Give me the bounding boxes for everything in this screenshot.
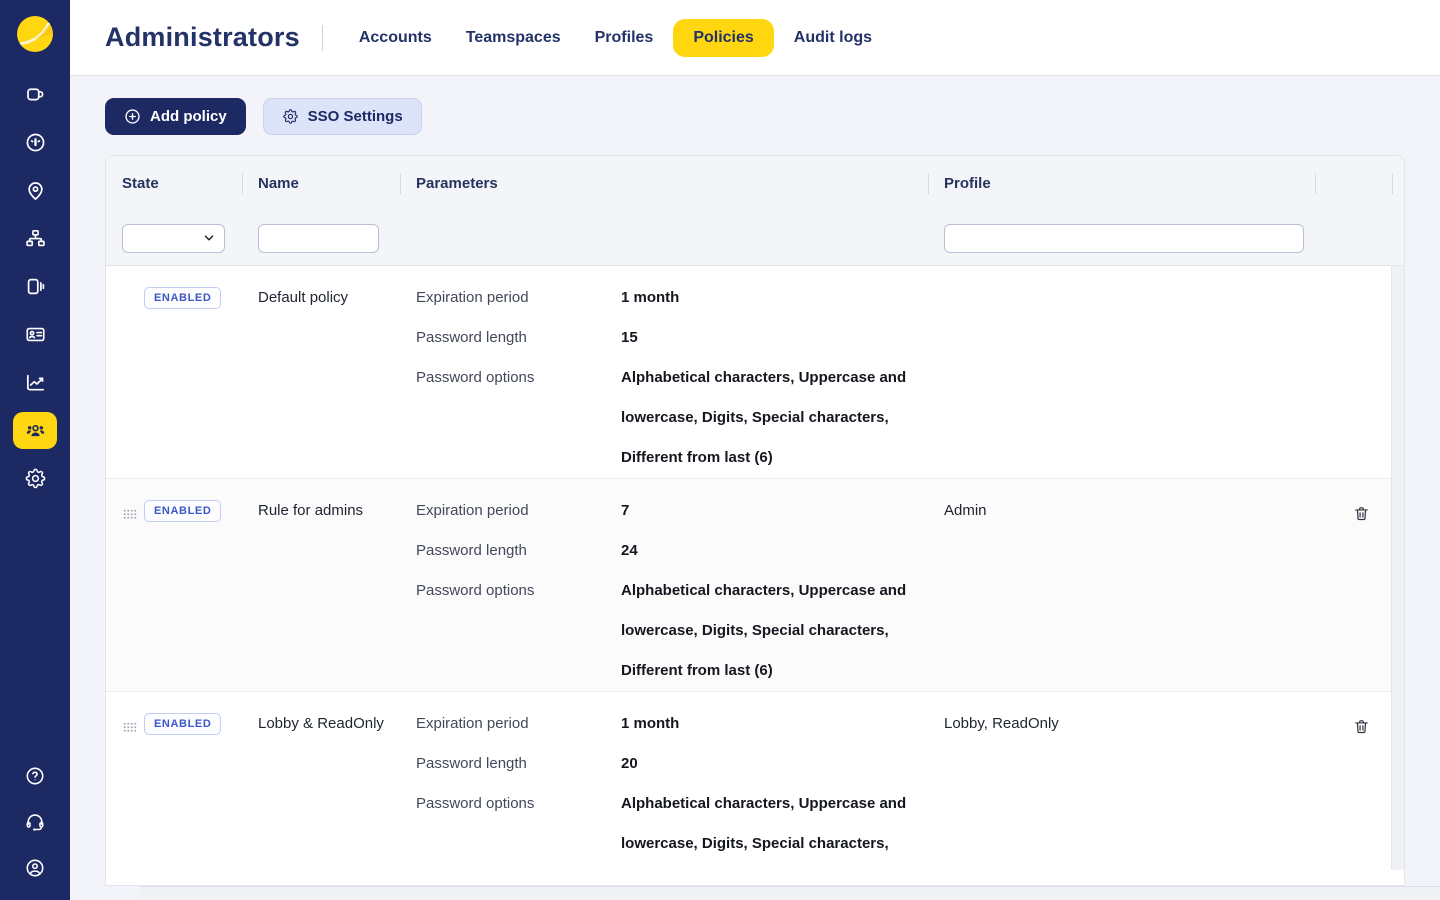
status-badge: ENABLED bbox=[144, 287, 221, 309]
tab-audit-logs[interactable]: Audit logs bbox=[780, 19, 886, 57]
parameter-value: Alphabetical characters, Uppercase and l… bbox=[621, 571, 926, 691]
parameter-label: Expiration period bbox=[416, 278, 621, 318]
parameter-value: 24 bbox=[621, 531, 926, 571]
drag-handle-icon[interactable] bbox=[123, 506, 137, 517]
page-title: Administrators bbox=[105, 22, 300, 53]
sidebar-item-line-chart[interactable] bbox=[13, 364, 57, 401]
gauge-icon bbox=[24, 131, 47, 154]
policy-name: Rule for admins bbox=[242, 491, 400, 531]
brand-logo bbox=[17, 16, 53, 52]
column-header-gutter bbox=[1392, 156, 1405, 211]
drag-handle-icon[interactable] bbox=[123, 719, 137, 730]
id-card-icon bbox=[24, 323, 47, 346]
location-pin-icon bbox=[24, 179, 47, 202]
user-circle-icon bbox=[24, 857, 46, 879]
sidebar bbox=[0, 0, 70, 900]
add-policy-button[interactable]: Add policy bbox=[105, 98, 246, 135]
tab-policies[interactable]: Policies bbox=[673, 19, 773, 57]
gear-icon bbox=[24, 467, 47, 490]
toolbar: Add policy SSO Settings bbox=[105, 98, 1440, 135]
vertical-scrollbar[interactable] bbox=[1391, 266, 1404, 870]
status-badge: ENABLED bbox=[144, 713, 221, 735]
parameter-label: Password length bbox=[416, 531, 621, 571]
sitemap-icon bbox=[24, 227, 47, 250]
profile-value: Lobby, ReadOnly bbox=[928, 704, 1315, 744]
parameters-list: Expiration period1 monthPassword length2… bbox=[416, 704, 928, 886]
sidebar-item-help-circle[interactable] bbox=[13, 757, 57, 794]
parameter-value: 1 month bbox=[621, 278, 926, 318]
profile-filter-input[interactable] bbox=[944, 224, 1304, 253]
trash-icon bbox=[1353, 718, 1370, 735]
column-header-parameters: Parameters bbox=[400, 156, 928, 211]
add-policy-label: Add policy bbox=[150, 108, 227, 125]
column-header-name: Name bbox=[242, 156, 400, 211]
help-circle-icon bbox=[24, 765, 46, 787]
device-icon bbox=[24, 275, 47, 298]
parameter-value: Alphabetical characters, Uppercase and l… bbox=[621, 358, 926, 478]
parameter-label: Password options bbox=[416, 358, 621, 478]
sidebar-item-users-group[interactable] bbox=[13, 412, 57, 449]
filter-row bbox=[106, 211, 1404, 266]
policy-name: Default policy bbox=[242, 278, 400, 318]
table-body: ENABLEDDefault policyExpiration period1 … bbox=[106, 266, 1404, 886]
table-header-row: State Name Parameters Profile bbox=[106, 156, 1404, 211]
tab-profiles[interactable]: Profiles bbox=[581, 19, 668, 57]
headset-icon bbox=[24, 811, 46, 833]
parameter-label: Password length bbox=[416, 318, 621, 358]
parameter-label: Expiration period bbox=[416, 491, 621, 531]
delete-policy-button[interactable] bbox=[1348, 712, 1376, 740]
parameter-value: 20 bbox=[621, 744, 926, 784]
sidebar-item-gear[interactable] bbox=[13, 460, 57, 497]
parameter-value: 1 month bbox=[621, 704, 926, 744]
sidebar-item-sitemap[interactable] bbox=[13, 220, 57, 257]
horizontal-scrollbar[interactable] bbox=[140, 886, 1440, 900]
column-header-profile: Profile bbox=[928, 156, 1315, 211]
main-area: Administrators AccountsTeamspacesProfile… bbox=[70, 0, 1440, 900]
policy-name: Lobby & ReadOnly bbox=[242, 704, 400, 744]
column-header-actions bbox=[1315, 156, 1392, 211]
parameter-value: 15 bbox=[621, 318, 926, 358]
parameters-list: Expiration period1 monthPassword length1… bbox=[416, 278, 928, 478]
table-row: ENABLED Default policy Expiration period1 … bbox=[106, 266, 1393, 479]
parameters-list: Expiration period7Password length24Passw… bbox=[416, 491, 928, 691]
table-row: ENABLED Lobby & ReadOnly Expiration period… bbox=[106, 692, 1393, 886]
name-filter-input[interactable] bbox=[258, 224, 379, 253]
sidebar-item-device[interactable] bbox=[13, 268, 57, 305]
sidebar-bottom-nav bbox=[13, 757, 57, 886]
content: Add policy SSO Settings State Name Param… bbox=[70, 76, 1440, 900]
sidebar-item-gauge[interactable] bbox=[13, 124, 57, 161]
state-filter-select[interactable] bbox=[122, 224, 225, 253]
header-tabs: AccountsTeamspacesProfilesPoliciesAudit … bbox=[345, 19, 886, 57]
users-group-icon bbox=[24, 419, 47, 442]
parameter-label: Password length bbox=[416, 744, 621, 784]
gear-icon bbox=[282, 108, 299, 125]
sidebar-item-mug[interactable] bbox=[13, 76, 57, 113]
trash-icon bbox=[1353, 505, 1370, 522]
line-chart-icon bbox=[24, 371, 47, 394]
tab-accounts[interactable]: Accounts bbox=[345, 19, 446, 57]
parameter-label: Expiration period bbox=[416, 704, 621, 744]
parameter-label: Password options bbox=[416, 571, 621, 691]
delete-policy-button[interactable] bbox=[1348, 499, 1376, 527]
chevron-down-icon bbox=[202, 231, 216, 245]
sidebar-item-user-circle[interactable] bbox=[13, 849, 57, 886]
sso-settings-label: SSO Settings bbox=[308, 108, 403, 125]
profile-value: Admin bbox=[928, 491, 1315, 531]
tab-teamspaces[interactable]: Teamspaces bbox=[452, 19, 575, 57]
sso-settings-button[interactable]: SSO Settings bbox=[263, 98, 422, 135]
table-row: ENABLED Rule for admins Expiration period7… bbox=[106, 479, 1393, 692]
sidebar-item-location-pin[interactable] bbox=[13, 172, 57, 209]
sidebar-item-headset[interactable] bbox=[13, 803, 57, 840]
parameter-value: 7 bbox=[621, 491, 926, 531]
title-separator bbox=[322, 25, 323, 51]
policies-table: State Name Parameters Profile bbox=[105, 155, 1405, 886]
mug-icon bbox=[24, 83, 47, 106]
sidebar-item-id-card[interactable] bbox=[13, 316, 57, 353]
sidebar-nav bbox=[13, 76, 57, 497]
status-badge: ENABLED bbox=[144, 500, 221, 522]
topbar: Administrators AccountsTeamspacesProfile… bbox=[70, 0, 1440, 76]
table-bottom-strip bbox=[106, 870, 1404, 885]
column-header-state: State bbox=[106, 156, 242, 211]
plus-circle-icon bbox=[124, 108, 141, 125]
